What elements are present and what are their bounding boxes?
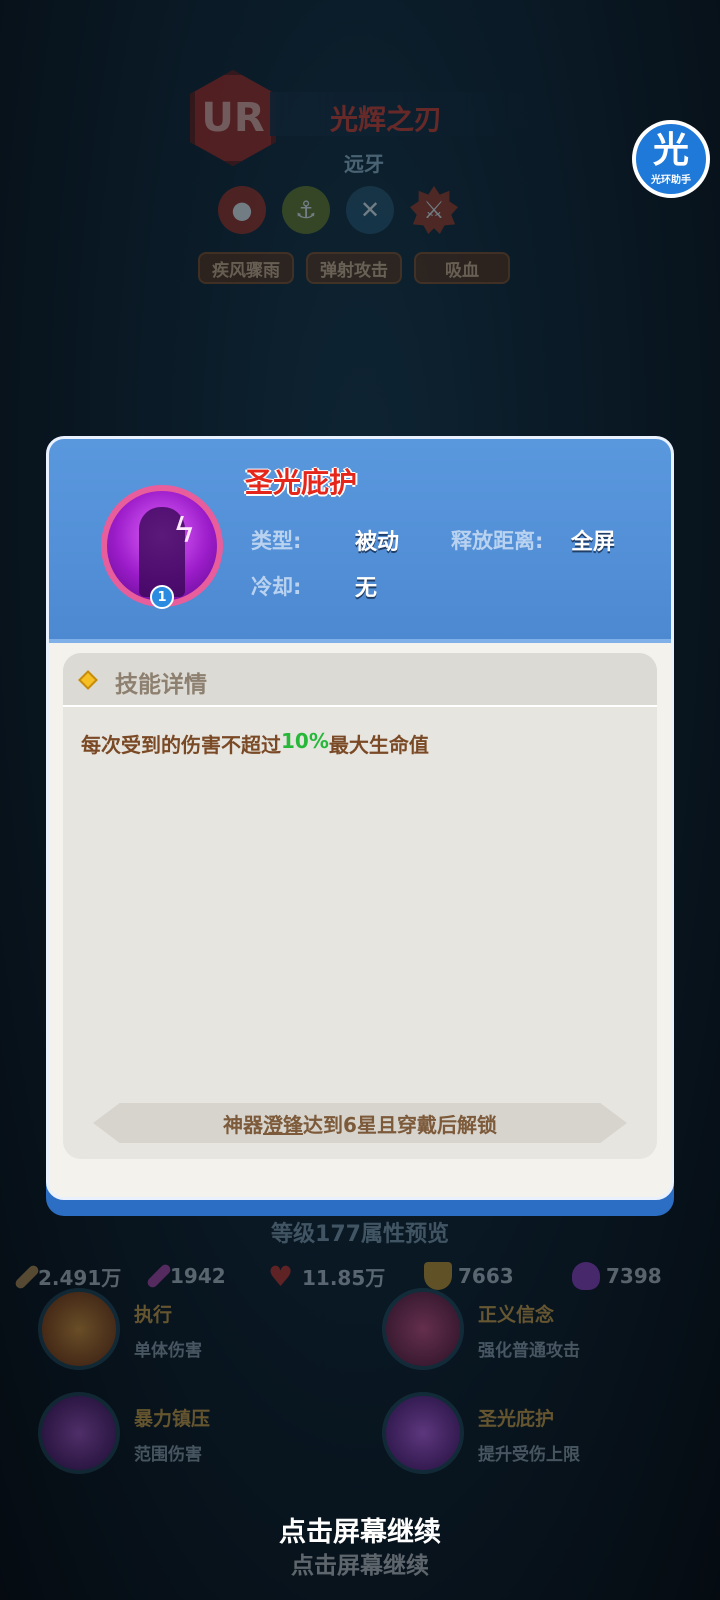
cooldown-value: 无 [355,576,378,601]
hero-name: 光辉之刃 [330,103,443,136]
skill-level-badge: 1 [150,585,174,609]
type-label: 类型: [251,529,302,553]
skill-icon [382,1288,464,1370]
skill-icon [382,1392,464,1474]
range-label: 释放距离: [451,529,544,553]
trait-tag: 疾风骤雨 [198,252,294,284]
heart-icon: ♥ [268,1259,294,1293]
unlock-condition: 神器 澄锋 达到6星且穿戴后解锁 [93,1103,627,1143]
portrait-class-icon: ● [218,186,266,234]
trait-tag: 弹射攻击 [306,252,402,284]
artifact-link[interactable]: 澄锋 [263,1109,303,1138]
gear-sword-icon: ⚔ [410,186,458,234]
helper-label: 光环助手 [651,174,691,186]
stat-value: 2.491万 [38,1266,122,1290]
diamond-icon [78,670,98,690]
stat-defense: 7663 [424,1262,514,1290]
skill-list-item: 正义信念 强化普通攻击 [382,1288,682,1374]
skill-name: 执行 [134,1304,173,1326]
desc-highlight: 10% [281,729,329,753]
crossed-swords-icon: ✕ [346,186,394,234]
skill-description: 每次受到的伤害不超过 10% 最大生命值 [81,729,429,758]
stat-value: 1942 [170,1264,226,1288]
skill-icon [38,1288,120,1370]
type-value: 被动 [355,530,400,555]
trait-tag: 吸血 [414,252,510,284]
anchor-class-icon: ⚓ [282,186,330,234]
helper-app-button[interactable]: 光 光环助手 [632,120,710,198]
cooldown-label: 冷却: [251,575,302,599]
skill-name: 正义信念 [478,1304,555,1326]
helper-logo-icon: 光 [652,129,689,171]
stat-magic: 1942 [145,1262,226,1290]
range-value: 全屏 [571,530,616,555]
rarity-badge: UR [190,70,276,166]
skill-desc: 范围伤害 [134,1445,202,1465]
lightning-icon: ϟ [173,511,196,551]
unlock-text: 达到6星且穿戴后解锁 [303,1112,497,1137]
stat-health: ♥ 11.85万 [268,1262,385,1291]
skill-desc: 提升受伤上限 [478,1445,580,1465]
detail-title: 技能详情 [115,672,207,698]
potion-icon [572,1262,600,1290]
stat-value: 7663 [458,1264,514,1288]
stat-value: 11.85万 [302,1266,386,1290]
wand-icon [145,1262,173,1290]
skill-list-item: 圣光庇护 提升受伤上限 [382,1392,682,1478]
skill-desc: 单体伤害 [134,1341,202,1361]
stat-resist: 7398 [572,1262,662,1290]
shield-icon [424,1262,452,1290]
dialog-header: ϟ 1 圣光庇护 类型: 被动 释放距离: 全屏 冷却: 无 [49,439,671,643]
tap-to-continue[interactable]: 点击屏幕继续 [0,1510,720,1549]
detail-header: 技能详情 [63,653,657,707]
skill-list-item: 暴力镇压 范围伤害 [38,1392,338,1478]
skill-icon [38,1392,120,1474]
skill-name: 圣光庇护 [478,1408,555,1430]
hero-tag: 远牙 [344,152,384,176]
stat-value: 7398 [606,1264,662,1288]
skill-detail-dialog: ϟ 1 圣光庇护 类型: 被动 释放距离: 全屏 冷却: 无 技能详情 每次受到… [46,436,674,1200]
tap-to-continue-echo: 点击屏幕继续 [291,1553,429,1579]
stat-attack: 2.491万 [13,1262,122,1291]
desc-text: 每次受到的伤害不超过 [81,733,281,757]
skill-detail-panel: 技能详情 每次受到的伤害不超过 10% 最大生命值 神器 澄锋 达到6星且穿戴后解锁 [63,653,657,1159]
desc-text: 最大生命值 [328,733,429,757]
skill-desc: 强化普通攻击 [478,1341,580,1361]
sword-icon [13,1263,41,1290]
level-preview-title: 等级177属性预览 [271,1222,449,1247]
skill-name: 暴力镇压 [134,1408,211,1430]
skill-title: 圣光庇护 [245,466,358,499]
skill-list-item: 执行 单体伤害 [38,1288,338,1374]
unlock-text: 神器 [223,1112,264,1137]
